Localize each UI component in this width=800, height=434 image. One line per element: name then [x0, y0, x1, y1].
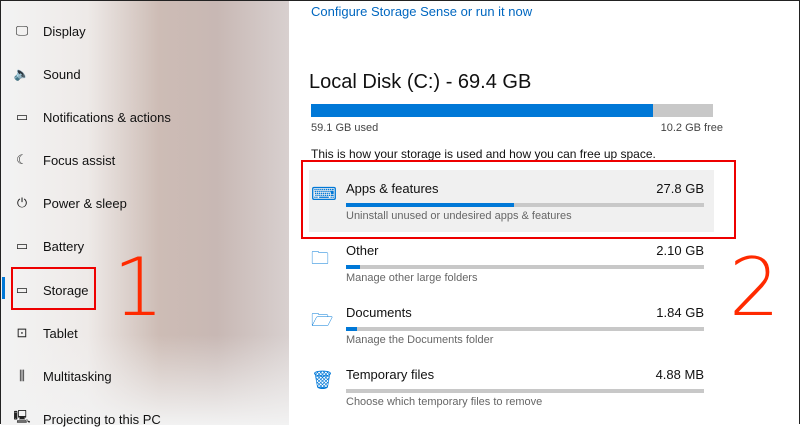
- category-subtitle: Manage other large folders: [346, 272, 478, 284]
- multitasking-icon: ⫼: [19, 368, 25, 383]
- category-size: 2.10 GB: [656, 243, 704, 258]
- category-name: Documents: [346, 305, 412, 320]
- category-bar: [346, 389, 704, 393]
- category-documents[interactable]: 🗁 Documents 1.84 GB Manage the Documents…: [309, 294, 714, 356]
- storage-description: This is how your storage is used and how…: [311, 147, 656, 161]
- sidebar-item-multitasking[interactable]: ⫼ Multitasking: [1, 361, 289, 391]
- category-subtitle: Manage the Documents folder: [346, 334, 494, 346]
- sidebar-item-power-sleep[interactable]: ⏻ Power & sleep: [1, 188, 289, 218]
- disk-title: Local Disk (C:) - 69.4 GB: [309, 71, 532, 93]
- documents-folder-icon: 🗁: [311, 310, 334, 330]
- category-size: 4.88 MB: [655, 367, 704, 382]
- tablet-icon: ⊡: [16, 325, 28, 340]
- step-number-2: 2: [729, 241, 780, 334]
- monitor-icon: 🖵: [15, 23, 29, 38]
- used-label: 59.1 GB used: [311, 122, 379, 134]
- category-name: Temporary files: [346, 367, 435, 382]
- category-bar-fill: [346, 327, 357, 331]
- folder-icon: 🗀: [311, 248, 329, 268]
- step-number-1: 1: [113, 241, 164, 334]
- storage-sense-link[interactable]: Configure Storage Sense or run it now: [311, 4, 532, 19]
- disk-usage-bar: [311, 104, 713, 117]
- category-subtitle: Choose which temporary files to remove: [346, 396, 543, 408]
- category-bar-fill: [346, 265, 361, 269]
- sidebar-item-display[interactable]: 🖵 Display: [1, 16, 289, 46]
- category-bar: [346, 265, 704, 269]
- highlight-box-storage: [11, 267, 96, 310]
- category-bar: [346, 327, 704, 331]
- highlight-box-apps: [301, 160, 736, 239]
- speaker-icon: 🔈: [13, 66, 31, 81]
- power-icon: ⏻: [16, 195, 28, 210]
- category-size: 1.84 GB: [656, 305, 704, 320]
- battery-icon: ▭: [15, 238, 29, 253]
- sidebar-item-notifications[interactable]: ▭ Notifications & actions: [1, 102, 289, 132]
- category-name: Other: [346, 243, 379, 258]
- category-other[interactable]: 🗀 Other 2.10 GB Manage other large folde…: [309, 232, 714, 294]
- sidebar-item-focus-assist[interactable]: ☾ Focus assist: [1, 145, 289, 175]
- sidebar-item-projecting[interactable]: 🖳 Projecting to this PC: [1, 404, 289, 434]
- trash-icon: 🗑: [311, 370, 334, 390]
- moon-icon: ☾: [16, 152, 28, 167]
- free-label: 10.2 GB free: [660, 122, 723, 134]
- category-temporary-files[interactable]: 🗑 Temporary files 4.88 MB Choose which t…: [309, 356, 714, 418]
- message-icon: ▭: [15, 109, 29, 124]
- disk-usage-fill: [311, 104, 653, 117]
- sidebar-item-sound[interactable]: 🔈 Sound: [1, 59, 289, 89]
